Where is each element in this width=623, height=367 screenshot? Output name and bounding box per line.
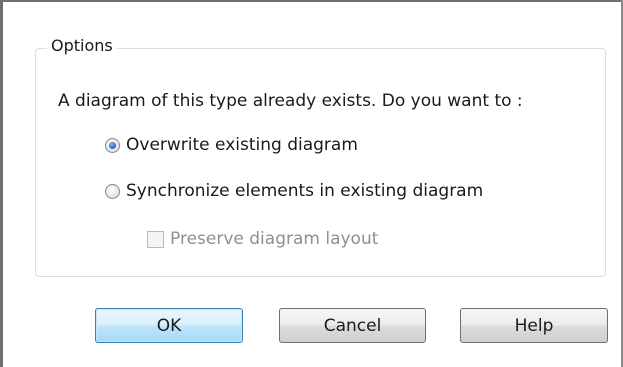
preserve-layout-checkbox-option: Preserve diagram layout <box>147 228 378 250</box>
overwrite-radio-label[interactable]: Overwrite existing diagram <box>126 134 358 156</box>
cancel-button[interactable]: Cancel <box>279 308 426 343</box>
dialog-window: Options A diagram of this type already e… <box>0 0 623 367</box>
prompt-text: A diagram of this type already exists. D… <box>58 91 523 111</box>
window-frame-left <box>0 0 3 367</box>
overwrite-radio-button[interactable] <box>105 137 120 153</box>
synchronize-radio-button[interactable] <box>105 183 120 199</box>
synchronize-radio-label[interactable]: Synchronize elements in existing diagram <box>126 180 483 202</box>
synchronize-radio-option[interactable]: Synchronize elements in existing diagram <box>105 180 483 202</box>
help-button[interactable]: Help <box>460 308 608 343</box>
preserve-layout-checkbox <box>147 230 164 248</box>
ok-button[interactable]: OK <box>95 308 243 343</box>
overwrite-radio-option[interactable]: Overwrite existing diagram <box>105 134 358 156</box>
options-group-legend: Options <box>47 36 117 56</box>
window-frame-top <box>0 0 623 2</box>
preserve-layout-label: Preserve diagram layout <box>170 229 379 249</box>
